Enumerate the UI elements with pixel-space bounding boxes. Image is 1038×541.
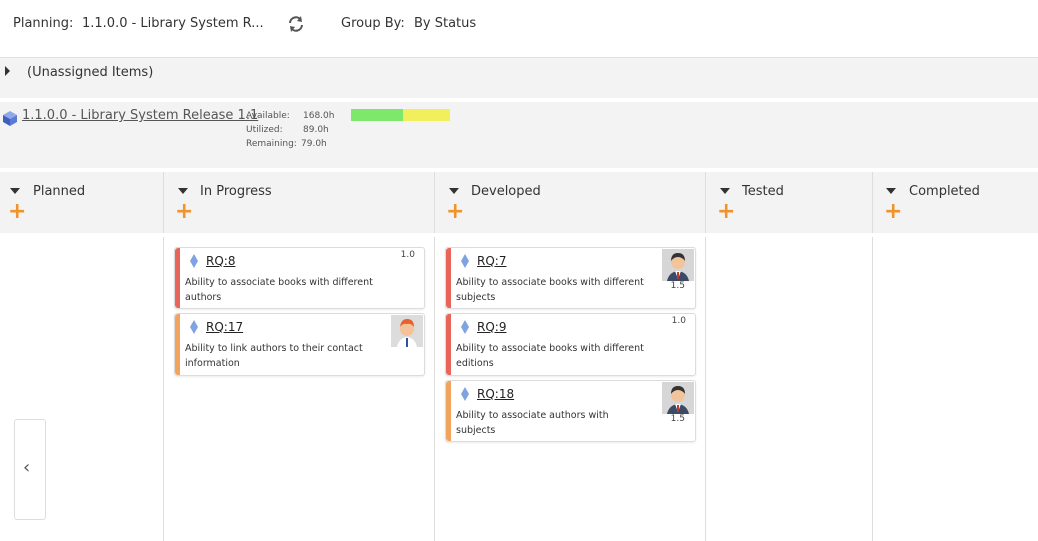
column-title: Tested [742, 184, 784, 199]
priority-stripe [175, 248, 180, 308]
requirement-description: Ability to link authors to their contact… [185, 343, 363, 369]
diamond-icon [461, 320, 469, 334]
requirement-card[interactable]: RQ:17 Ability to link authors to their c… [174, 313, 425, 376]
available-value: 168.0h [303, 111, 335, 121]
priority-stripe [446, 314, 451, 375]
add-item-plus-icon[interactable]: + [717, 201, 735, 223]
requirement-description: Ability to associate books with differen… [456, 277, 644, 303]
requirement-card[interactable]: RQ:8 1.0 Ability to associate books with… [174, 247, 425, 309]
utilized-label: Utilized: [246, 125, 283, 135]
expand-arrow-icon[interactable] [5, 66, 10, 76]
column-title: Planned [33, 184, 86, 199]
column-divider [163, 237, 164, 541]
column-title: In Progress [200, 184, 272, 199]
column-divider [705, 237, 706, 541]
column-title: Developed [471, 184, 541, 199]
diamond-icon [461, 387, 469, 401]
chevron-left-icon: ‹ [23, 457, 31, 478]
avatar[interactable] [662, 249, 694, 281]
utilized-segment [351, 109, 404, 121]
column-tested: Tested + [705, 172, 873, 233]
estimate: 1.0 [400, 250, 415, 260]
chevron-down-icon[interactable] [178, 188, 188, 194]
priority-stripe [446, 381, 451, 441]
utilized-value: 89.0h [303, 125, 329, 135]
requirement-description: Ability to associate books with differen… [456, 343, 644, 369]
column-in-progress: In Progress + [163, 172, 435, 233]
release-summary: 1.1.0.0 - Library System Release 1.1 Ava… [0, 102, 1038, 168]
priority-stripe [175, 314, 180, 375]
avatar[interactable] [391, 315, 423, 347]
utilization-bar [351, 109, 450, 121]
available-label: Available: [246, 111, 290, 121]
diamond-icon [190, 320, 198, 334]
collapse-panel-button[interactable]: ‹ [14, 419, 46, 520]
column-headers: Planned + In Progress + Developed + Test… [0, 172, 1038, 233]
diamond-icon [461, 254, 469, 268]
column-completed: Completed + [872, 172, 1038, 233]
planning-selector[interactable]: 1.1.0.0 - Library System R... [82, 16, 264, 31]
unassigned-items-row: (Unassigned Items) [0, 58, 1038, 98]
groupby-selector[interactable]: By Status [414, 16, 476, 31]
estimate: 1.0 [671, 316, 686, 326]
requirement-description: Ability to associate authors with subject… [456, 410, 609, 436]
chevron-down-icon[interactable] [720, 188, 730, 194]
remaining-segment [403, 109, 450, 121]
requirement-description: Ability to associate books with differen… [185, 277, 373, 303]
add-item-plus-icon[interactable]: + [175, 201, 193, 223]
chevron-down-icon[interactable] [449, 188, 459, 194]
unassigned-items-label: (Unassigned Items) [27, 65, 154, 80]
requirement-card[interactable]: RQ:7 1.5 Ability to associate books with… [445, 247, 696, 309]
priority-stripe [446, 248, 451, 308]
cube-icon [3, 111, 17, 126]
available-stat: Available: 168.0h [246, 111, 334, 121]
diamond-icon [190, 254, 198, 268]
toolbar: Planning: 1.1.0.0 - Library System R... … [0, 0, 1038, 58]
utilized-stat: Utilized: 89.0h [246, 125, 329, 135]
groupby-label: Group By: [341, 16, 405, 31]
remaining-value: 79.0h [301, 139, 327, 149]
estimate: 1.5 [670, 281, 685, 291]
add-item-plus-icon[interactable]: + [446, 201, 464, 223]
avatar[interactable] [662, 382, 694, 414]
requirement-id-link[interactable]: RQ:18 [477, 387, 514, 401]
requirement-card[interactable]: RQ:9 1.0 Ability to associate books with… [445, 313, 696, 376]
requirement-card[interactable]: RQ:18 1.5 Ability to associate authors w… [445, 380, 696, 442]
column-divider [872, 237, 873, 541]
release-link[interactable]: 1.1.0.0 - Library System Release 1.1 [22, 108, 258, 123]
remaining-stat: Remaining: 79.0h [246, 139, 327, 149]
planning-label: Planning: [13, 16, 74, 31]
chevron-down-icon[interactable] [10, 188, 20, 194]
column-divider [434, 237, 435, 541]
requirement-id-link[interactable]: RQ:8 [206, 254, 235, 268]
column-title: Completed [909, 184, 980, 199]
column-planned: Planned + [0, 172, 163, 233]
estimate: 1.5 [670, 414, 685, 424]
add-item-plus-icon[interactable]: + [884, 201, 902, 223]
requirement-id-link[interactable]: RQ:9 [477, 320, 506, 334]
requirement-id-link[interactable]: RQ:17 [206, 320, 243, 334]
column-developed: Developed + [434, 172, 706, 233]
chevron-down-icon[interactable] [886, 188, 896, 194]
add-item-plus-icon[interactable]: + [8, 201, 26, 223]
requirement-id-link[interactable]: RQ:7 [477, 254, 506, 268]
refresh-icon[interactable] [287, 15, 305, 33]
remaining-label: Remaining: [246, 139, 297, 149]
